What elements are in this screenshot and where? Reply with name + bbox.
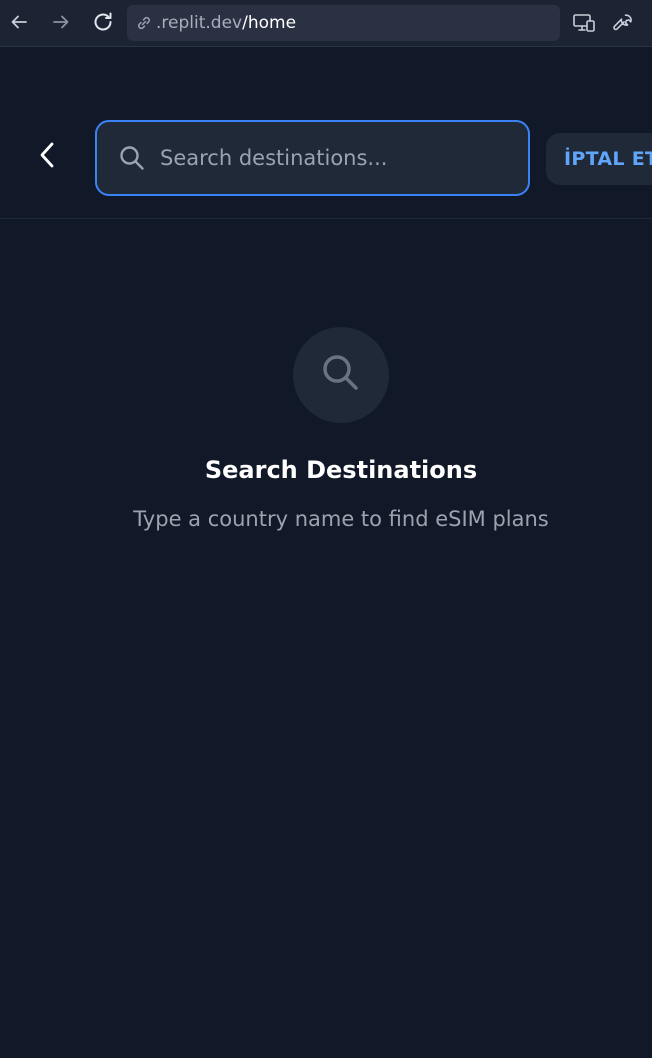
browser-toolbar: .replit.dev/home [0, 0, 652, 47]
empty-state-icon-circle [293, 327, 389, 423]
search-icon [118, 144, 146, 172]
device-preview-button[interactable] [572, 11, 596, 35]
reload-icon [91, 10, 115, 34]
devtools-button[interactable] [611, 11, 635, 35]
empty-state-title: Search Destinations [204, 456, 478, 484]
back-button[interactable] [30, 139, 66, 175]
cancel-button[interactable]: İPTAL ET [546, 133, 652, 185]
search-field[interactable] [95, 120, 530, 196]
chevron-left-icon [36, 140, 60, 174]
search-input[interactable] [160, 146, 514, 170]
back-arrow-icon [9, 12, 29, 32]
empty-state-subtitle: Type a country name to find eSIM plans [133, 507, 549, 531]
browser-forward-button[interactable] [49, 10, 73, 34]
link-icon [135, 14, 153, 32]
url-path: /home [242, 13, 297, 33]
browser-reload-button[interactable] [91, 10, 115, 34]
wrench-icon [611, 11, 635, 35]
search-icon [319, 351, 363, 399]
forward-arrow-icon [51, 12, 71, 32]
search-header: İPTAL ET [0, 48, 652, 219]
empty-state: Search Destinations Type a country name … [0, 327, 652, 533]
address-bar[interactable]: .replit.dev/home [127, 5, 560, 41]
url-domain: .replit.dev [156, 13, 243, 33]
browser-back-button[interactable] [7, 10, 31, 34]
devices-icon [572, 11, 596, 35]
